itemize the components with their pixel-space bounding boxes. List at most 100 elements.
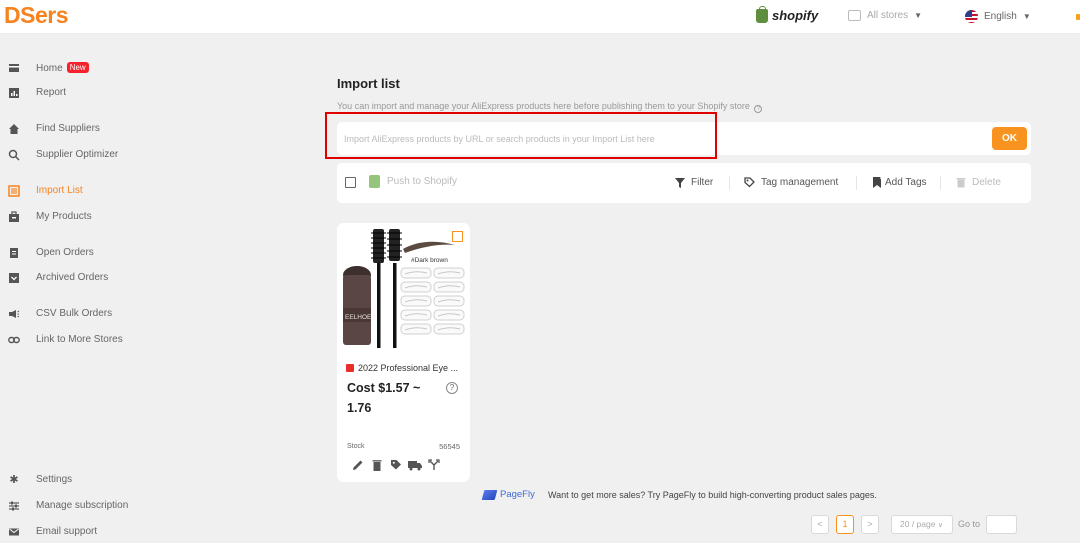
sidebar: Home New Report Find Suppliers Supplier O… <box>0 35 160 543</box>
us-flag-icon <box>965 10 978 23</box>
tag-icon <box>744 177 755 188</box>
sidebar-item-archived-orders[interactable]: Archived Orders <box>0 267 160 289</box>
sidebar-item-label: Report <box>36 87 67 98</box>
language-label: English <box>984 11 1017 22</box>
page-size-label: 20 / page <box>900 519 936 529</box>
home-icon <box>8 62 20 74</box>
sidebar-item-label: Link to More Stores <box>36 334 123 345</box>
product-name[interactable]: 2022 Professional Eye ... <box>346 363 458 373</box>
report-icon <box>8 87 20 99</box>
goto-label: Go to <box>958 519 981 529</box>
chevron-down-icon: ∨ <box>937 522 943 529</box>
tag-management-label: Tag management <box>761 177 839 188</box>
filter-button[interactable]: Filter <box>675 177 713 188</box>
delete-button[interactable]: Delete <box>956 177 1001 188</box>
my-products-icon <box>8 211 20 223</box>
pagefly-promo-text[interactable]: Want to get more sales? Try PageFly to b… <box>548 490 877 500</box>
toolbar-divider <box>856 176 857 190</box>
product-image-tag: #Dark brown <box>411 257 448 264</box>
sidebar-item-csv-bulk-orders[interactable]: CSV Bulk Orders <box>0 303 160 325</box>
sidebar-item-label: Supplier Optimizer <box>36 149 119 160</box>
aliexpress-icon <box>346 364 354 372</box>
trash-icon[interactable] <box>370 459 383 471</box>
sidebar-item-open-orders[interactable]: Open Orders <box>0 242 160 264</box>
add-tags-label: Add Tags <box>885 177 927 188</box>
open-orders-icon <box>8 247 20 259</box>
store-icon <box>848 10 861 21</box>
sidebar-item-my-products[interactable]: My Products <box>0 206 160 228</box>
add-tags-button[interactable]: Add Tags <box>872 177 927 188</box>
next-page-button[interactable]: > <box>861 515 879 534</box>
edit-icon[interactable] <box>351 459 364 471</box>
goto-page-input[interactable] <box>986 515 1017 534</box>
sidebar-item-label: Manage subscription <box>36 500 129 511</box>
pagefly-brand-label: PageFly <box>500 489 535 500</box>
page-subtitle-text: You can import and manage your AliExpres… <box>337 101 750 111</box>
import-search-input[interactable] <box>337 122 977 155</box>
page-1-button[interactable]: 1 <box>836 515 854 534</box>
email-icon <box>8 526 20 538</box>
sidebar-item-settings[interactable]: ✱ Settings <box>0 469 160 491</box>
store-selector[interactable]: All stores ▼ <box>848 10 922 21</box>
sidebar-item-report[interactable]: Report <box>0 82 160 104</box>
dsers-logo[interactable]: DSers <box>4 2 68 29</box>
chevron-down-icon: ▼ <box>914 11 923 20</box>
toolbar-divider <box>940 176 941 190</box>
page-size-select[interactable]: 20 / page ∨ <box>891 515 953 534</box>
ok-button[interactable]: OK <box>992 127 1027 150</box>
sidebar-item-supplier-optimizer[interactable]: Supplier Optimizer <box>0 144 160 166</box>
archived-orders-icon <box>8 272 20 284</box>
sidebar-item-manage-subscription[interactable]: Manage subscription <box>0 495 160 517</box>
sidebar-item-label: Settings <box>36 474 73 485</box>
sidebar-item-email-support[interactable]: Email support <box>0 521 160 543</box>
page-title: Import list <box>337 76 400 91</box>
filter-label: Filter <box>691 177 714 188</box>
trash-icon <box>956 178 966 188</box>
push-to-shopify-label: Push to Shopify <box>387 176 458 187</box>
push-to-shopify-button[interactable]: Push to Shopify <box>369 175 457 188</box>
tag-icon[interactable] <box>389 459 402 471</box>
product-image[interactable]: EELHOE #Dark brown <box>337 223 470 356</box>
gear-icon: ✱ <box>9 474 19 486</box>
select-all-checkbox[interactable] <box>345 177 356 188</box>
tag-management-button[interactable]: Tag management <box>744 177 838 188</box>
store-selector-label: All stores <box>867 10 909 21</box>
delete-label: Delete <box>972 177 1001 188</box>
sliders-icon <box>8 500 20 512</box>
bulk-action-toolbar: Push to Shopify Filter Tag management Ad… <box>337 163 1031 203</box>
sidebar-item-find-suppliers[interactable]: Find Suppliers <box>0 118 160 140</box>
filter-icon <box>675 177 685 188</box>
sidebar-item-link-more-stores[interactable]: Link to More Stores <box>0 329 160 351</box>
import-list-icon <box>8 185 20 197</box>
product-cost: Cost $1.57 ~ 1.76 <box>347 381 421 415</box>
sidebar-item-label: Home <box>36 63 63 74</box>
sidebar-item-home[interactable]: Home New <box>0 57 160 79</box>
product-select-checkbox[interactable] <box>452 231 463 242</box>
chevron-down-icon: ▼ <box>1022 12 1031 21</box>
search-icon <box>8 149 20 161</box>
prev-page-button[interactable]: < <box>811 515 829 534</box>
shopify-label: shopify <box>772 8 819 23</box>
language-selector[interactable]: English ▼ <box>965 10 1031 23</box>
product-name-text: 2022 Professional Eye ... <box>358 363 459 373</box>
product-card[interactable]: EELHOE #Dark brown 2022 Professional Eye… <box>337 223 470 482</box>
new-badge: New <box>66 62 89 73</box>
sidebar-item-label: My Products <box>36 211 92 222</box>
cost-help-icon[interactable]: ? <box>446 382 458 394</box>
shopify-brand[interactable]: shopify <box>756 5 819 23</box>
shipping-truck-icon[interactable] <box>408 459 422 471</box>
sidebar-item-label: Archived Orders <box>36 272 109 283</box>
stock-label: Stock <box>347 443 365 450</box>
import-search-bar: OK <box>337 122 1031 155</box>
top-header: DSers shopify All stores ▼ English ▼ <box>0 0 1080 34</box>
notification-indicator[interactable] <box>1076 14 1080 20</box>
megaphone-icon <box>8 308 20 320</box>
pagefly-logo[interactable]: PageFly <box>481 489 535 500</box>
split-icon[interactable] <box>427 459 440 471</box>
product-actions <box>351 459 440 471</box>
help-icon[interactable]: ? <box>754 105 763 113</box>
sidebar-item-label: Open Orders <box>36 247 94 258</box>
sidebar-item-label: CSV Bulk Orders <box>36 308 113 319</box>
find-suppliers-icon <box>8 123 20 135</box>
sidebar-item-import-list[interactable]: Import List <box>0 180 160 202</box>
